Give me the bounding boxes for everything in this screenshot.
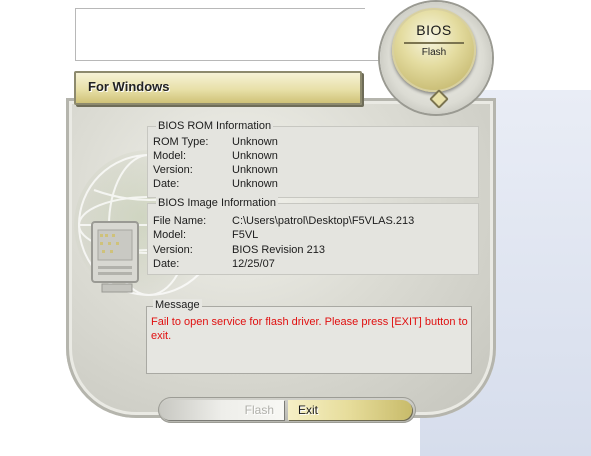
rom-type-label: ROM Type: [153,136,209,148]
bios-image-info-panel: BIOS Image Information File Name: C:\Use… [147,197,479,275]
image-date-label: Date: [153,258,180,270]
flash-button-label: Flash [244,403,274,417]
rom-version-value: Unknown [232,164,278,176]
image-model-value: F5VL [232,229,259,241]
error-message: Fail to open service for flash driver. P… [151,316,468,342]
logo-subtitle: Flash [421,47,447,58]
image-version-label: Version: [153,244,193,256]
image-model-label: Model: [153,229,187,241]
image-date-value: 12/25/07 [232,258,275,270]
decor-line-left [75,8,76,61]
image-info-legend: BIOS Image Information [156,197,278,209]
exit-button[interactable]: Exit [288,400,412,420]
bios-flash-logo: BIOS Flash [392,8,476,92]
computer-icon [88,218,146,300]
logo-title: BIOS [416,22,452,38]
window-title: For Windows [88,79,170,94]
decor-line-top [75,60,380,61]
title-bar: For Windows [74,71,362,105]
rom-date-value: Unknown [232,178,278,190]
rom-date-label: Date: [153,178,180,190]
rom-model-value: Unknown [232,150,278,162]
rom-info-legend: BIOS ROM Information [156,120,274,132]
flash-button[interactable]: Flash [160,400,284,420]
rom-type-value: Unknown [232,136,278,148]
message-legend: Message [153,299,202,311]
image-filename-label: File Name: [153,215,207,227]
exit-button-label: Exit [298,403,319,417]
logo-divider [404,42,464,44]
image-version-value: BIOS Revision 213 [232,244,325,256]
rom-model-label: Model: [153,150,187,162]
message-box: Message Fail to open service for flash d… [146,299,472,374]
decor-line-topbar [75,8,365,9]
image-filename-value: C:\Users\patrol\Desktop\F5VLAS.213 [232,215,415,227]
rom-version-label: Version: [153,164,193,176]
bios-rom-info-panel: BIOS ROM Information ROM Type: Unknown M… [147,120,479,198]
